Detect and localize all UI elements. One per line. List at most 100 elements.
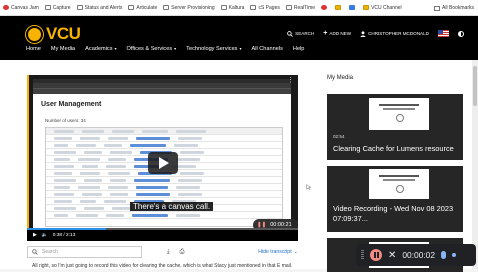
page-scrollbar[interactable] (472, 60, 478, 269)
status-dot-icon (452, 253, 456, 257)
docs-icon (349, 5, 356, 10)
bookmark-label: Server Provisioning (171, 4, 215, 11)
vcu-seal-icon (26, 25, 43, 43)
video-caption: There's a canvas call. (130, 202, 214, 211)
nav-offices-services[interactable]: Offices & Services ▾ (127, 46, 177, 52)
chevron-down-icon: ▾ (114, 46, 117, 51)
vcu-icon (363, 5, 370, 10)
media-duration: 02:54 (333, 134, 345, 139)
nav-academics[interactable]: Academics ▾ (85, 46, 116, 52)
nav-offices-label: Offices & Services (126, 46, 173, 52)
bookmark-canvas-jam[interactable]: Canvas Jam (3, 5, 39, 11)
download-icon[interactable]: ⤓ (167, 249, 170, 256)
nav-technology-label: Technology Services (186, 46, 238, 52)
print-icon[interactable]: ⎙ (180, 249, 185, 256)
search-icon (32, 249, 38, 255)
add-new-button[interactable]: + ADD NEW (323, 30, 351, 37)
bookmark-kaltura[interactable]: Kaltura (220, 4, 245, 11)
transcript-text[interactable]: All right, so I'm just going to record t… (32, 263, 294, 269)
hide-transcript-link[interactable]: Hide transcript ⌄ (258, 249, 298, 255)
play-icon[interactable]: ▶ (33, 233, 37, 238)
add-new-label: ADD NEW (329, 31, 352, 36)
mouse-cursor-icon (306, 184, 312, 190)
search-icon (287, 30, 293, 37)
bookmark-articulate[interactable]: Articulate (128, 5, 157, 11)
bookmark-server-provisioning[interactable]: Server Provisioning (163, 4, 215, 11)
all-bookmarks[interactable]: All Bookmarks (430, 0, 474, 15)
media-item[interactable]: Video Recording - Wed Nov 08 2023 07:09:… (327, 166, 463, 232)
hide-transcript-label: Hide transcript (258, 249, 292, 255)
recorded-user-count: Number of users: 34 (45, 118, 86, 123)
search-placeholder: Search (42, 249, 58, 255)
bookmark-cs-pages[interactable]: cS Pages (250, 4, 280, 11)
folder-icon (250, 5, 257, 10)
media-title[interactable]: Video Recording - Wed Nov 08 2023 (333, 204, 453, 213)
play-button[interactable] (148, 152, 178, 174)
search-button[interactable]: SEARCH (287, 30, 314, 37)
nav-academics-label: Academics (85, 46, 113, 52)
nav-my-media[interactable]: My Media (51, 46, 75, 52)
header-actions: SEARCH + ADD NEW CHRISTOPHER MCDONALD (287, 30, 464, 37)
logo-text: VCU (46, 24, 81, 43)
plus-icon: + (323, 30, 328, 37)
main-nav: Home My Media Academics ▾ Offices & Servi… (26, 46, 304, 52)
bookmark-realtime[interactable]: RealTime (285, 4, 316, 11)
table-row (46, 177, 282, 184)
bookmark-vcu-channel[interactable]: VCU Channel (363, 5, 402, 11)
bookmark-label: Kaltura (228, 4, 245, 11)
us-flag-icon[interactable] (438, 30, 449, 37)
nav-help[interactable]: Help (293, 46, 305, 52)
nav-technology-services[interactable]: Technology Services ▾ (186, 46, 241, 52)
bookmark-gmail[interactable] (321, 5, 329, 10)
table-row (46, 128, 282, 135)
bookmark-label: Capture (52, 4, 71, 11)
more-options-icon[interactable]: ⋮ (287, 76, 294, 84)
folder-icon (163, 5, 170, 10)
bookmark-label: Status and Alerts (84, 4, 123, 11)
canvas-icon (3, 5, 9, 10)
transcript-toolbar: Search ⤓ ⎙ Hide transcript ⌄ (27, 246, 298, 258)
vcu-logo[interactable]: VCU (26, 24, 81, 44)
microphone-icon[interactable] (441, 251, 446, 259)
drag-handle-icon[interactable] (361, 250, 364, 260)
bookmarks-bar: Canvas Jam Capture Status and Alerts Art… (0, 0, 478, 16)
folder-icon (434, 5, 441, 11)
gmail-icon (321, 5, 328, 10)
chevron-down-icon: ▾ (174, 46, 177, 51)
bookmark-docs[interactable] (349, 5, 357, 10)
user-icon (360, 30, 366, 37)
transcript-search-input[interactable]: Search (27, 246, 142, 258)
bookmark-capture[interactable]: Capture (44, 4, 71, 11)
nav-all-channels[interactable]: All Channels (252, 46, 283, 52)
folder-icon (220, 5, 227, 10)
contrast-toggle-icon[interactable] (458, 30, 464, 37)
table-row (46, 212, 282, 219)
nav-home[interactable]: Home (26, 46, 41, 52)
pause-recording-button[interactable] (370, 249, 382, 261)
user-name: CHRISTOPHER MCDONALD (368, 31, 429, 36)
bookmark-label: Articulate (136, 4, 158, 11)
bookmark-label: RealTime (293, 4, 316, 11)
cancel-recording-icon[interactable]: ✕ (388, 250, 396, 261)
site-header: VCU SEARCH + ADD NEW CHRISTOPHER MCDONAL… (0, 16, 478, 60)
media-thumbnail (369, 98, 429, 130)
player-controls: ▶ 🔈 0:38 / 2:13 (27, 230, 298, 241)
main-content: User Management Number of users: 34 Ther… (0, 60, 478, 272)
table-row (46, 142, 282, 149)
video-player[interactable]: User Management Number of users: 34 Ther… (27, 75, 298, 241)
media-title-continued[interactable]: 07:09:37... (333, 214, 368, 223)
bookmark-drive[interactable] (335, 5, 343, 10)
user-menu[interactable]: CHRISTOPHER MCDONALD (360, 30, 429, 37)
screen-recorder-widget: ✕ 00:00:02 (356, 244, 476, 266)
recorded-page-title: User Management (41, 101, 102, 108)
bookmark-status-alerts[interactable]: Status and Alerts (76, 4, 123, 11)
media-title[interactable]: Clearing Cache for Lumens resource (333, 144, 454, 153)
bookmark-label: cS Pages (258, 4, 280, 11)
scrollbar-thumb[interactable] (473, 66, 477, 106)
all-bookmarks-label: All Bookmarks (442, 5, 474, 11)
transcript-actions: ⤓ ⎙ (167, 249, 184, 256)
media-thumbnail (369, 169, 429, 199)
chevron-down-icon: ⌄ (293, 249, 298, 255)
volume-icon[interactable]: 🔈 (42, 233, 48, 238)
media-item[interactable]: 02:54 Clearing Cache for Lumens resource (327, 94, 463, 160)
